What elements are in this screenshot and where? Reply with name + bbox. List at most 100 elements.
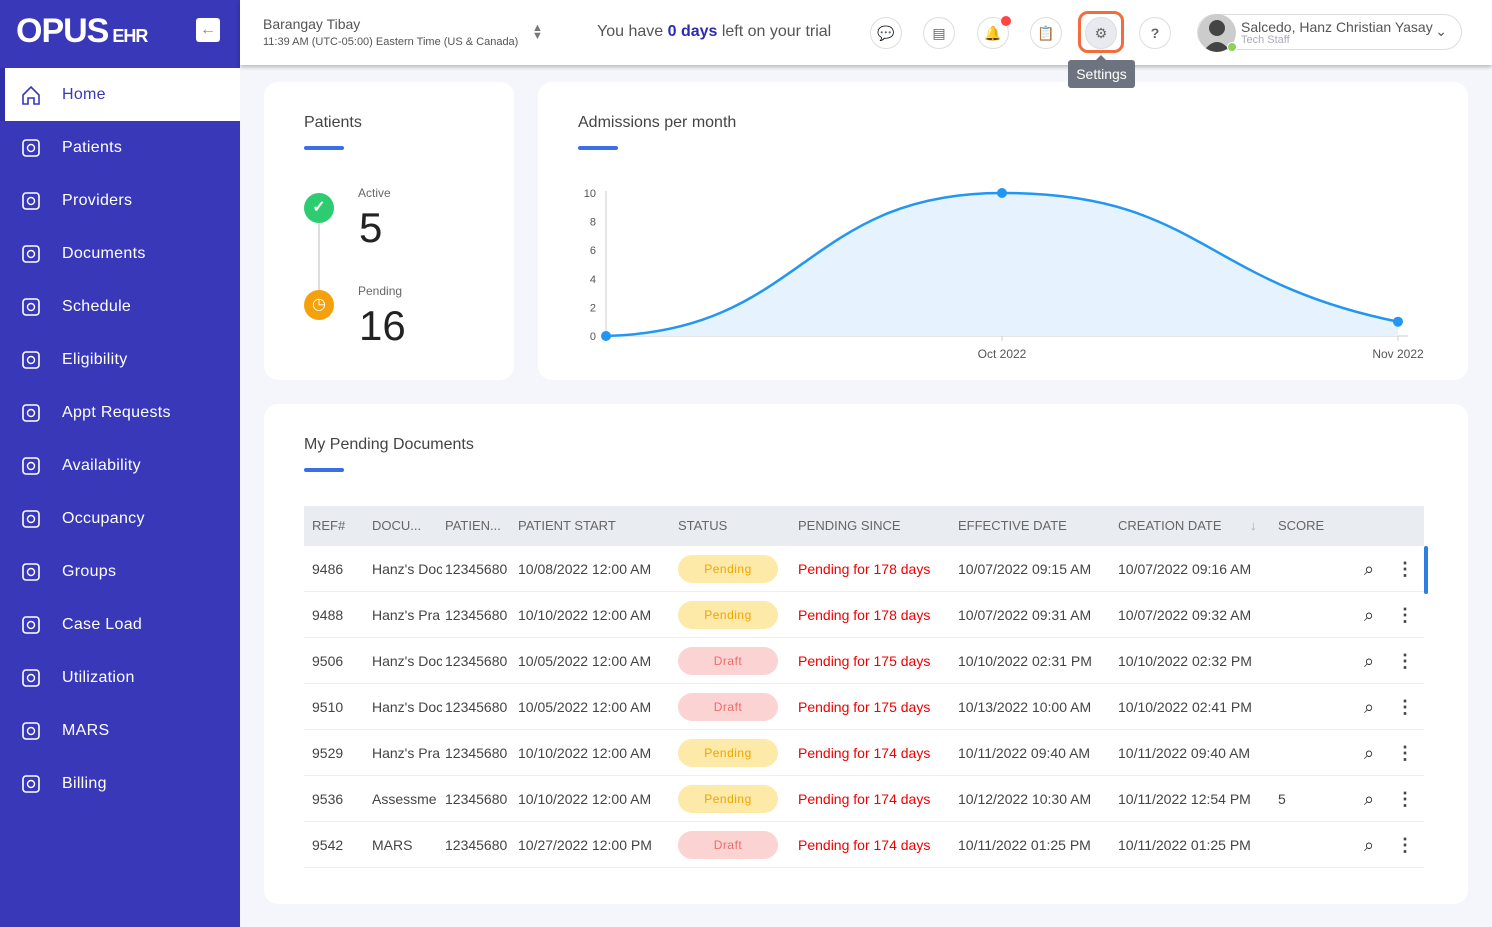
zoom-in-icon[interactable]: ⌕ <box>1364 592 1374 638</box>
table-row[interactable]: 9536 Assessme 12345680 10/10/2022 12:00 AM P… <box>304 776 1424 822</box>
sidebar-item-availability[interactable]: Availability <box>0 439 240 492</box>
cell-5: Pending for 175 days <box>798 653 931 669</box>
scrollbar[interactable] <box>1424 546 1428 594</box>
column-header[interactable]: PATIENT START <box>518 506 616 546</box>
sidebar-item-eligibility[interactable]: Eligibility <box>0 333 240 386</box>
user-menu[interactable]: Salcedo, Hanz Christian Yasay Tech Staff… <box>1197 14 1462 52</box>
more-options-icon[interactable]: ⋮ <box>1396 546 1414 592</box>
zoom-in-icon[interactable]: ⌕ <box>1364 546 1374 592</box>
cell-7: 10/11/2022 12:54 PM <box>1118 791 1251 807</box>
column-header[interactable]: EFFECTIVE DATE <box>958 506 1067 546</box>
cell-7: 10/10/2022 02:41 PM <box>1118 699 1252 715</box>
sidebar-item-groups[interactable]: Groups <box>0 545 240 598</box>
sidebar-item-label: Documents <box>62 244 146 262</box>
status-badge: Pending <box>678 555 778 583</box>
cell-6: 10/11/2022 01:25 PM <box>958 837 1091 853</box>
more-options-icon[interactable]: ⋮ <box>1396 684 1414 730</box>
cell-7: 10/11/2022 01:25 PM <box>1118 837 1251 853</box>
table-row[interactable]: 9488 Hanz's Pra 12345680 10/10/2022 12:00 A… <box>304 592 1424 638</box>
status-badge: Draft <box>678 693 778 721</box>
location-switch-icon[interactable]: ▲ ▼ <box>532 23 543 42</box>
admissions-chart-card: Admissions per month 0 2 4 6 8 10 Oct 2022 Nov … <box>538 82 1468 380</box>
location-selector[interactable]: Barangay Tibay 11:39 AM (UTC-05:00) East… <box>263 16 518 48</box>
sidebar-item-occupancy[interactable]: Occupancy <box>0 492 240 545</box>
y-tick-label: 2 <box>590 302 596 314</box>
zoom-in-icon[interactable]: ⌕ <box>1364 638 1374 684</box>
sidebar-item-home[interactable]: Home <box>0 68 240 121</box>
more-options-icon[interactable]: ⋮ <box>1396 822 1414 868</box>
table-row[interactable]: 9542 MARS 12345680 10/27/2022 12:00 PM Draft… <box>304 822 1424 868</box>
sidebar-item-label: Case Load <box>62 615 143 633</box>
top-header: Barangay Tibay 11:39 AM (UTC-05:00) East… <box>240 0 1492 88</box>
zoom-in-icon[interactable]: ⌕ <box>1364 684 1374 730</box>
cell-6: 10/12/2022 10:30 AM <box>958 791 1092 807</box>
sidebar-item-appt-requests[interactable]: Appt Requests <box>0 386 240 439</box>
sidebar-item-schedule[interactable]: Schedule <box>0 280 240 333</box>
column-header[interactable]: STATUS <box>678 506 727 546</box>
column-header[interactable]: PENDING SINCE <box>798 506 901 546</box>
cell-5: Pending for 174 days <box>798 791 931 807</box>
pending-documents-card: My Pending Documents REF# DOCU... PATIEN..… <box>264 404 1468 904</box>
logo: OPUS EHR <box>16 12 148 50</box>
title-underline <box>304 146 344 150</box>
chat-icon[interactable]: 💬 <box>870 17 902 49</box>
settings-tooltip: Settings <box>1068 55 1135 88</box>
cell-1: Hanz's Doc <box>372 561 442 577</box>
data-point[interactable] <box>1393 316 1403 327</box>
more-options-icon[interactable]: ⋮ <box>1396 638 1414 684</box>
bell-icon[interactable]: 🔔 <box>977 16 1011 49</box>
sidebar-item-mars[interactable]: MARS <box>0 704 240 757</box>
column-header[interactable]: REF# <box>312 506 345 546</box>
zoom-in-icon[interactable]: ⌕ <box>1364 730 1374 776</box>
column-header[interactable]: PATIEN... <box>445 506 501 546</box>
cell-0: 9542 <box>312 837 344 853</box>
chevron-down-icon: ⌄ <box>1435 23 1447 39</box>
sidebar-item-case-load[interactable]: Case Load <box>0 598 240 651</box>
more-options-icon[interactable]: ⋮ <box>1396 730 1414 776</box>
table-row[interactable]: 9486 Hanz's Doc 12345680 10/08/2022 12:00 A… <box>304 546 1424 592</box>
x-tick-label: Nov 2022 <box>1372 347 1424 361</box>
card-title: Patients <box>304 114 362 131</box>
table-row[interactable]: 9529 Hanz's Pra 12345680 10/10/2022 12:00 A… <box>304 730 1424 776</box>
cell-0: 9486 <box>312 561 344 577</box>
cell-6: 10/10/2022 02:31 PM <box>958 653 1092 669</box>
pending-label: Pending <box>358 284 403 298</box>
sidebar-item-documents[interactable]: Documents <box>0 227 240 280</box>
notes-icon[interactable]: ▤ <box>923 17 955 49</box>
sidebar-item-utilization[interactable]: Utilization <box>0 651 240 704</box>
sidebar-item-billing[interactable]: Billing <box>0 757 240 810</box>
more-options-icon[interactable]: ⋮ <box>1396 592 1414 638</box>
sidebar-item-label: Occupancy <box>62 509 145 527</box>
sidebar-item-providers[interactable]: Providers <box>0 174 240 227</box>
sort-arrow-icon[interactable]: ↓ <box>1250 506 1257 546</box>
clipboard-icon[interactable]: 📋 <box>1030 17 1062 49</box>
zoom-in-icon[interactable]: ⌕ <box>1364 822 1374 868</box>
more-options-icon[interactable]: ⋮ <box>1396 776 1414 822</box>
column-header[interactable]: CREATION DATE <box>1118 506 1222 546</box>
area-fill <box>606 193 1398 336</box>
cell-6: 10/07/2022 09:15 AM <box>958 561 1092 577</box>
cell-3: 10/05/2022 12:00 AM <box>518 699 652 715</box>
cell-1: Hanz's Pra <box>372 745 441 761</box>
column-header[interactable]: SCORE <box>1278 506 1324 546</box>
cell-0: 9529 <box>312 745 344 761</box>
sidebar-item-patients[interactable]: Patients <box>0 121 240 174</box>
cell-0: 9510 <box>312 699 344 715</box>
status-badge: Pending <box>678 785 778 813</box>
gear-icon[interactable]: ⚙ <box>1085 17 1117 49</box>
table-row[interactable]: 9506 Hanz's Doc 12345680 10/05/2022 12:00 A… <box>304 638 1424 684</box>
column-header[interactable]: DOCU... <box>372 506 421 546</box>
data-point[interactable] <box>997 188 1007 198</box>
cell-2: 12345680 <box>445 653 508 669</box>
patients-card: Patients ✓ ◷ Active 5 Pending 16 <box>264 82 514 380</box>
table-row[interactable]: 9510 Hanz's Doc 12345680 10/05/2022 12:00 A… <box>304 684 1424 730</box>
cell-6: 10/11/2022 09:40 AM <box>958 745 1091 761</box>
cell-1: MARS <box>372 837 413 853</box>
help-icon[interactable]: ? <box>1139 17 1171 49</box>
data-point[interactable] <box>601 331 611 341</box>
table-header: REF# DOCU... PATIEN... PATIENT START STATUS P… <box>304 506 1424 546</box>
cell-5: Pending for 174 days <box>798 745 931 761</box>
collapse-sidebar-button[interactable]: ← <box>196 18 220 42</box>
sidebar-item-label: Eligibility <box>62 350 128 368</box>
zoom-in-icon[interactable]: ⌕ <box>1364 776 1374 822</box>
